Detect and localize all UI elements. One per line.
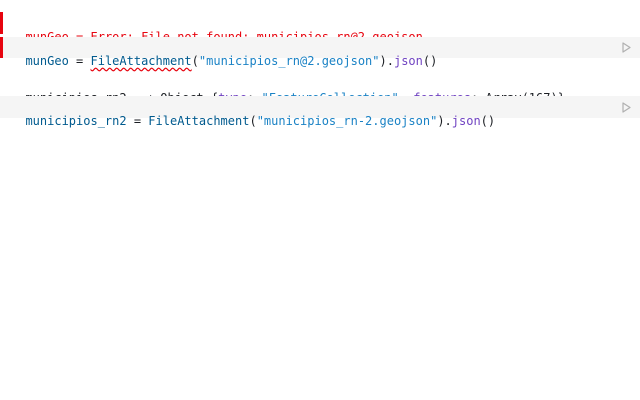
- code-variable-name: municipios_rn2: [25, 114, 127, 128]
- code-string-argument: "municipios_rn@2.geojson": [198, 54, 380, 68]
- code-paren-close-dot: ).: [379, 54, 394, 68]
- code-paren-close-dot: ).: [437, 114, 452, 128]
- code-method-name: json: [393, 54, 423, 68]
- code-string-argument: "municipios_rn-2.geojson": [256, 114, 438, 128]
- code-equals: =: [126, 114, 149, 128]
- code-equals: =: [68, 54, 91, 68]
- code-call-parens: (): [422, 54, 438, 68]
- code-variable-name: munGeo: [25, 54, 69, 68]
- code-function-name: FileAttachment: [148, 114, 250, 128]
- play-outline-icon[interactable]: [622, 102, 631, 113]
- cell-1-code-text[interactable]: munGeo = FileAttachment("municipios_rn@2…: [11, 40, 640, 68]
- play-outline-icon[interactable]: [622, 42, 631, 53]
- code-paren-open: (: [191, 54, 199, 68]
- code-paren-open: (: [249, 114, 257, 128]
- code-function-name: FileAttachment: [90, 54, 192, 68]
- cell-2-code-text[interactable]: municipios_rn2 = FileAttachment("municip…: [11, 100, 640, 128]
- code-method-name: json: [451, 114, 481, 128]
- error-indicator-bar: [0, 12, 3, 34]
- code-call-parens: (): [480, 114, 496, 128]
